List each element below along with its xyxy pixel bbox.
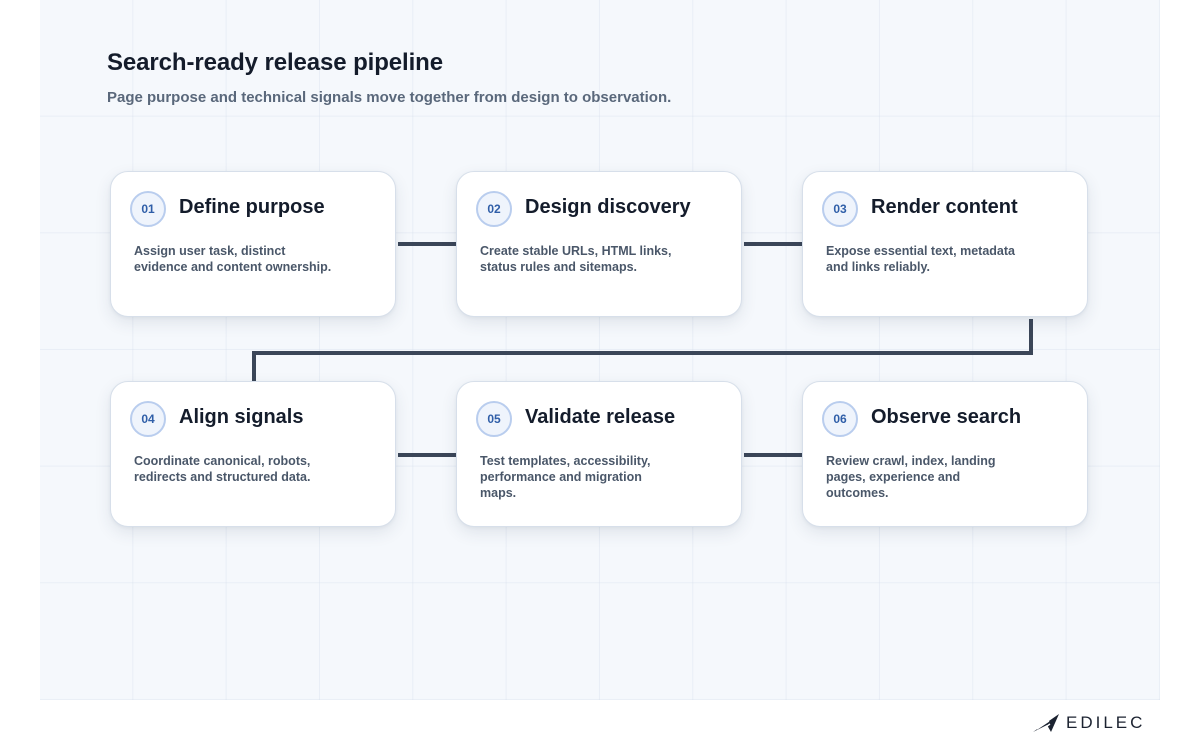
pipeline-connectors <box>252 242 1033 457</box>
step-number-badge: 03 <box>822 191 858 227</box>
step-number-badge: 06 <box>822 401 858 437</box>
step-description: Expose essential text, metadata and link… <box>826 244 1015 274</box>
step-number-badge: 05 <box>476 401 512 437</box>
step-title: Validate release <box>525 406 676 428</box>
step-number-badge: 02 <box>476 191 512 227</box>
step-card-render-content: 03 Render content Expose essential text,… <box>802 171 1088 317</box>
step-description: Test templates, accessibility, performan… <box>480 454 651 500</box>
logo-wordmark: EDILEC <box>1066 713 1146 732</box>
step-description: Assign user task, distinct evidence and … <box>134 244 332 274</box>
step-title: Align signals <box>179 406 304 428</box>
edilec-logo-mark-icon <box>1033 714 1059 732</box>
step-title: Render content <box>871 196 1018 218</box>
step-number-badge: 01 <box>130 191 166 227</box>
step-description: Review crawl, index, landing pages, expe… <box>826 454 996 500</box>
edilec-logo: EDILEC <box>1032 712 1145 734</box>
connector-03-04 <box>252 319 1033 381</box>
step-card-design-discovery: 02 Design discovery Create stable URLs, … <box>456 171 742 317</box>
step-card-define-purpose: 01 Define purpose Assign user task, dist… <box>110 171 396 317</box>
step-number-badge: 04 <box>130 401 166 437</box>
step-card-validate-release: 05 Validate release Test templates, acce… <box>456 381 742 527</box>
step-title: Design discovery <box>525 196 691 218</box>
step-card-observe-search: 06 Observe search Review crawl, index, l… <box>802 381 1088 527</box>
step-title: Define purpose <box>179 196 325 218</box>
step-title: Observe search <box>871 406 1022 428</box>
step-description: Create stable URLs, HTML links, status r… <box>480 244 672 274</box>
step-card-align-signals: 04 Align signals Coordinate canonical, r… <box>110 381 396 527</box>
step-description: Coordinate canonical, robots, redirects … <box>134 454 311 484</box>
